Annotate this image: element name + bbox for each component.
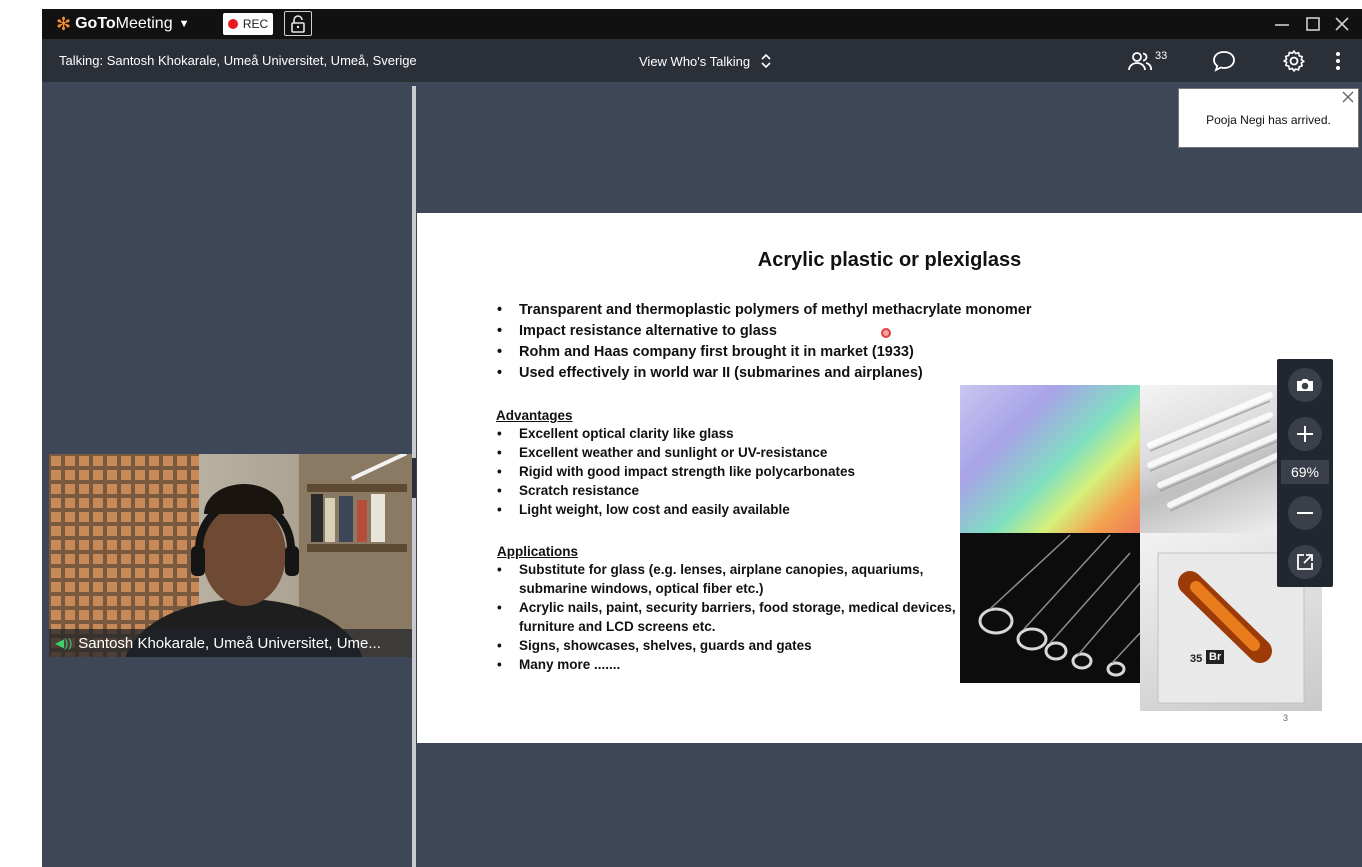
close-icon xyxy=(1342,91,1354,103)
slide-bullet: • Transparent and thermoplastic polymers … xyxy=(497,302,1032,318)
slide-bullet: • Impact resistance alternative to glass xyxy=(497,323,777,339)
zoom-in-button[interactable] xyxy=(1288,417,1322,451)
record-dot-icon xyxy=(227,19,238,29)
acrylic-tubes-image xyxy=(960,533,1140,683)
brand-goto: GoTo xyxy=(75,15,116,32)
lock-meeting-button[interactable] xyxy=(284,11,312,36)
talking-indicator: Talking: Santosh Khokarale, Umeå Univers… xyxy=(59,53,417,68)
advantage-item: • Scratch resistance xyxy=(497,483,640,498)
advantage-item: • Light weight, low cost and easily avail… xyxy=(497,502,790,517)
close-icon xyxy=(1335,17,1349,31)
people-icon xyxy=(1128,52,1152,71)
minimize-icon xyxy=(1275,24,1289,26)
external-window-icon xyxy=(1297,554,1313,570)
chat-button[interactable] xyxy=(1212,49,1236,73)
caret-down-icon: ▼ xyxy=(178,18,190,30)
application-item: • Substitute for glass (e.g. lenses, airp… xyxy=(497,562,924,577)
more-options-button[interactable] xyxy=(1335,49,1341,73)
laser-pointer xyxy=(881,328,891,338)
zoom-controls: 69% xyxy=(1277,359,1333,587)
more-vertical-icon xyxy=(1336,52,1340,70)
unlock-icon xyxy=(291,14,305,33)
cube-element-symbol: Br xyxy=(1206,650,1225,664)
application-item: • Acrylic nails, paint, security barriers… xyxy=(497,600,956,615)
view-whos-talking-dropdown[interactable]: View Who's Talking xyxy=(639,52,772,70)
participant-name-bar: ◀)) Santosh Khokarale, Umeå Universitet,… xyxy=(49,629,412,657)
application-item: • Signs, showcases, shelves, guards and g… xyxy=(497,638,812,653)
presentation-slide: Acrylic plastic or plexiglass • Transpare… xyxy=(417,213,1362,743)
acrylic-rods-image xyxy=(1140,385,1278,533)
close-window-button[interactable] xyxy=(1330,13,1354,35)
rods-drawing xyxy=(1147,392,1278,512)
settings-button[interactable] xyxy=(1282,49,1306,73)
view-whos-talking-label: View Who's Talking xyxy=(639,53,751,69)
record-button[interactable]: REC xyxy=(223,13,273,35)
dismiss-notification-button[interactable] xyxy=(1342,91,1354,106)
pop-out-button[interactable] xyxy=(1288,545,1322,579)
minimize-button[interactable] xyxy=(1270,13,1294,35)
advantage-item: • Excellent weather and sunlight or UV-re… xyxy=(497,445,828,460)
gotomeeting-logo-icon: ✻ xyxy=(56,14,72,34)
minus-icon xyxy=(1297,512,1313,514)
meeting-toolbar: Talking: Santosh Khokarale, Umeå Univers… xyxy=(42,39,1362,82)
webcam-panel: ◀)) Santosh Khokarale, Umeå Universitet,… xyxy=(42,86,412,867)
gotomeeting-window: ✻ GoTo Meeting ▼ REC Talking: Santosh Kh… xyxy=(42,9,1362,867)
applications-heading: Applications xyxy=(497,544,579,559)
camera-icon xyxy=(1297,379,1313,391)
attendee-count: 33 xyxy=(1155,50,1168,62)
notification-message: Pooja Negi has arrived. xyxy=(1206,113,1331,127)
zoom-level: 69% xyxy=(1281,460,1329,484)
screenshot-button[interactable] xyxy=(1288,368,1322,402)
slide-page-number: 3 xyxy=(1283,713,1289,723)
slide-bullet: • Rohm and Haas company first brought it … xyxy=(497,344,914,360)
advantages-heading: Advantages xyxy=(496,408,573,423)
application-item-cont: submarine windows, optical fiber etc.) xyxy=(519,581,764,596)
advantage-item: • Rigid with good impact strength like po… xyxy=(497,464,856,479)
slide-title: Acrylic plastic or plexiglass xyxy=(757,249,1022,271)
cube-atomic-number: 35 xyxy=(1190,653,1203,665)
plus-icon xyxy=(1297,426,1313,442)
slide-bullet: • Used effectively in world war II (subma… xyxy=(497,365,923,381)
title-bar: ✻ GoTo Meeting ▼ REC xyxy=(42,9,1362,39)
chat-icon xyxy=(1213,51,1235,72)
attendees-button[interactable]: 33 xyxy=(1128,49,1167,73)
tubes-drawing xyxy=(978,534,1140,677)
application-item-cont: furniture and LCD screens etc. xyxy=(519,619,716,634)
speaking-icon: ◀)) xyxy=(55,636,73,650)
participant-name: Santosh Khokarale, Umeå Universitet, Ume… xyxy=(78,634,381,652)
arrival-notification: Pooja Negi has arrived. xyxy=(1178,88,1359,148)
brand-meeting: Meeting xyxy=(115,15,173,32)
zoom-out-button[interactable] xyxy=(1288,496,1322,530)
colored-acrylic-sheets-image xyxy=(960,385,1140,533)
participant-video[interactable]: ◀)) Santosh Khokarale, Umeå Universitet,… xyxy=(49,454,412,657)
app-menu[interactable]: ✻ GoTo Meeting ▼ xyxy=(56,14,189,34)
advantage-item: • Excellent optical clarity like glass xyxy=(497,426,734,441)
webcam-feed-image xyxy=(49,454,412,657)
maximize-icon xyxy=(1306,17,1320,31)
record-label: REC xyxy=(242,17,269,31)
shared-screen-area: Acrylic plastic or plexiglass • Transpare… xyxy=(416,86,1362,867)
application-item: • Many more ....... xyxy=(497,657,621,672)
maximize-button[interactable] xyxy=(1301,13,1325,35)
gear-icon xyxy=(1283,50,1305,72)
chevron-updown-icon xyxy=(761,53,771,69)
